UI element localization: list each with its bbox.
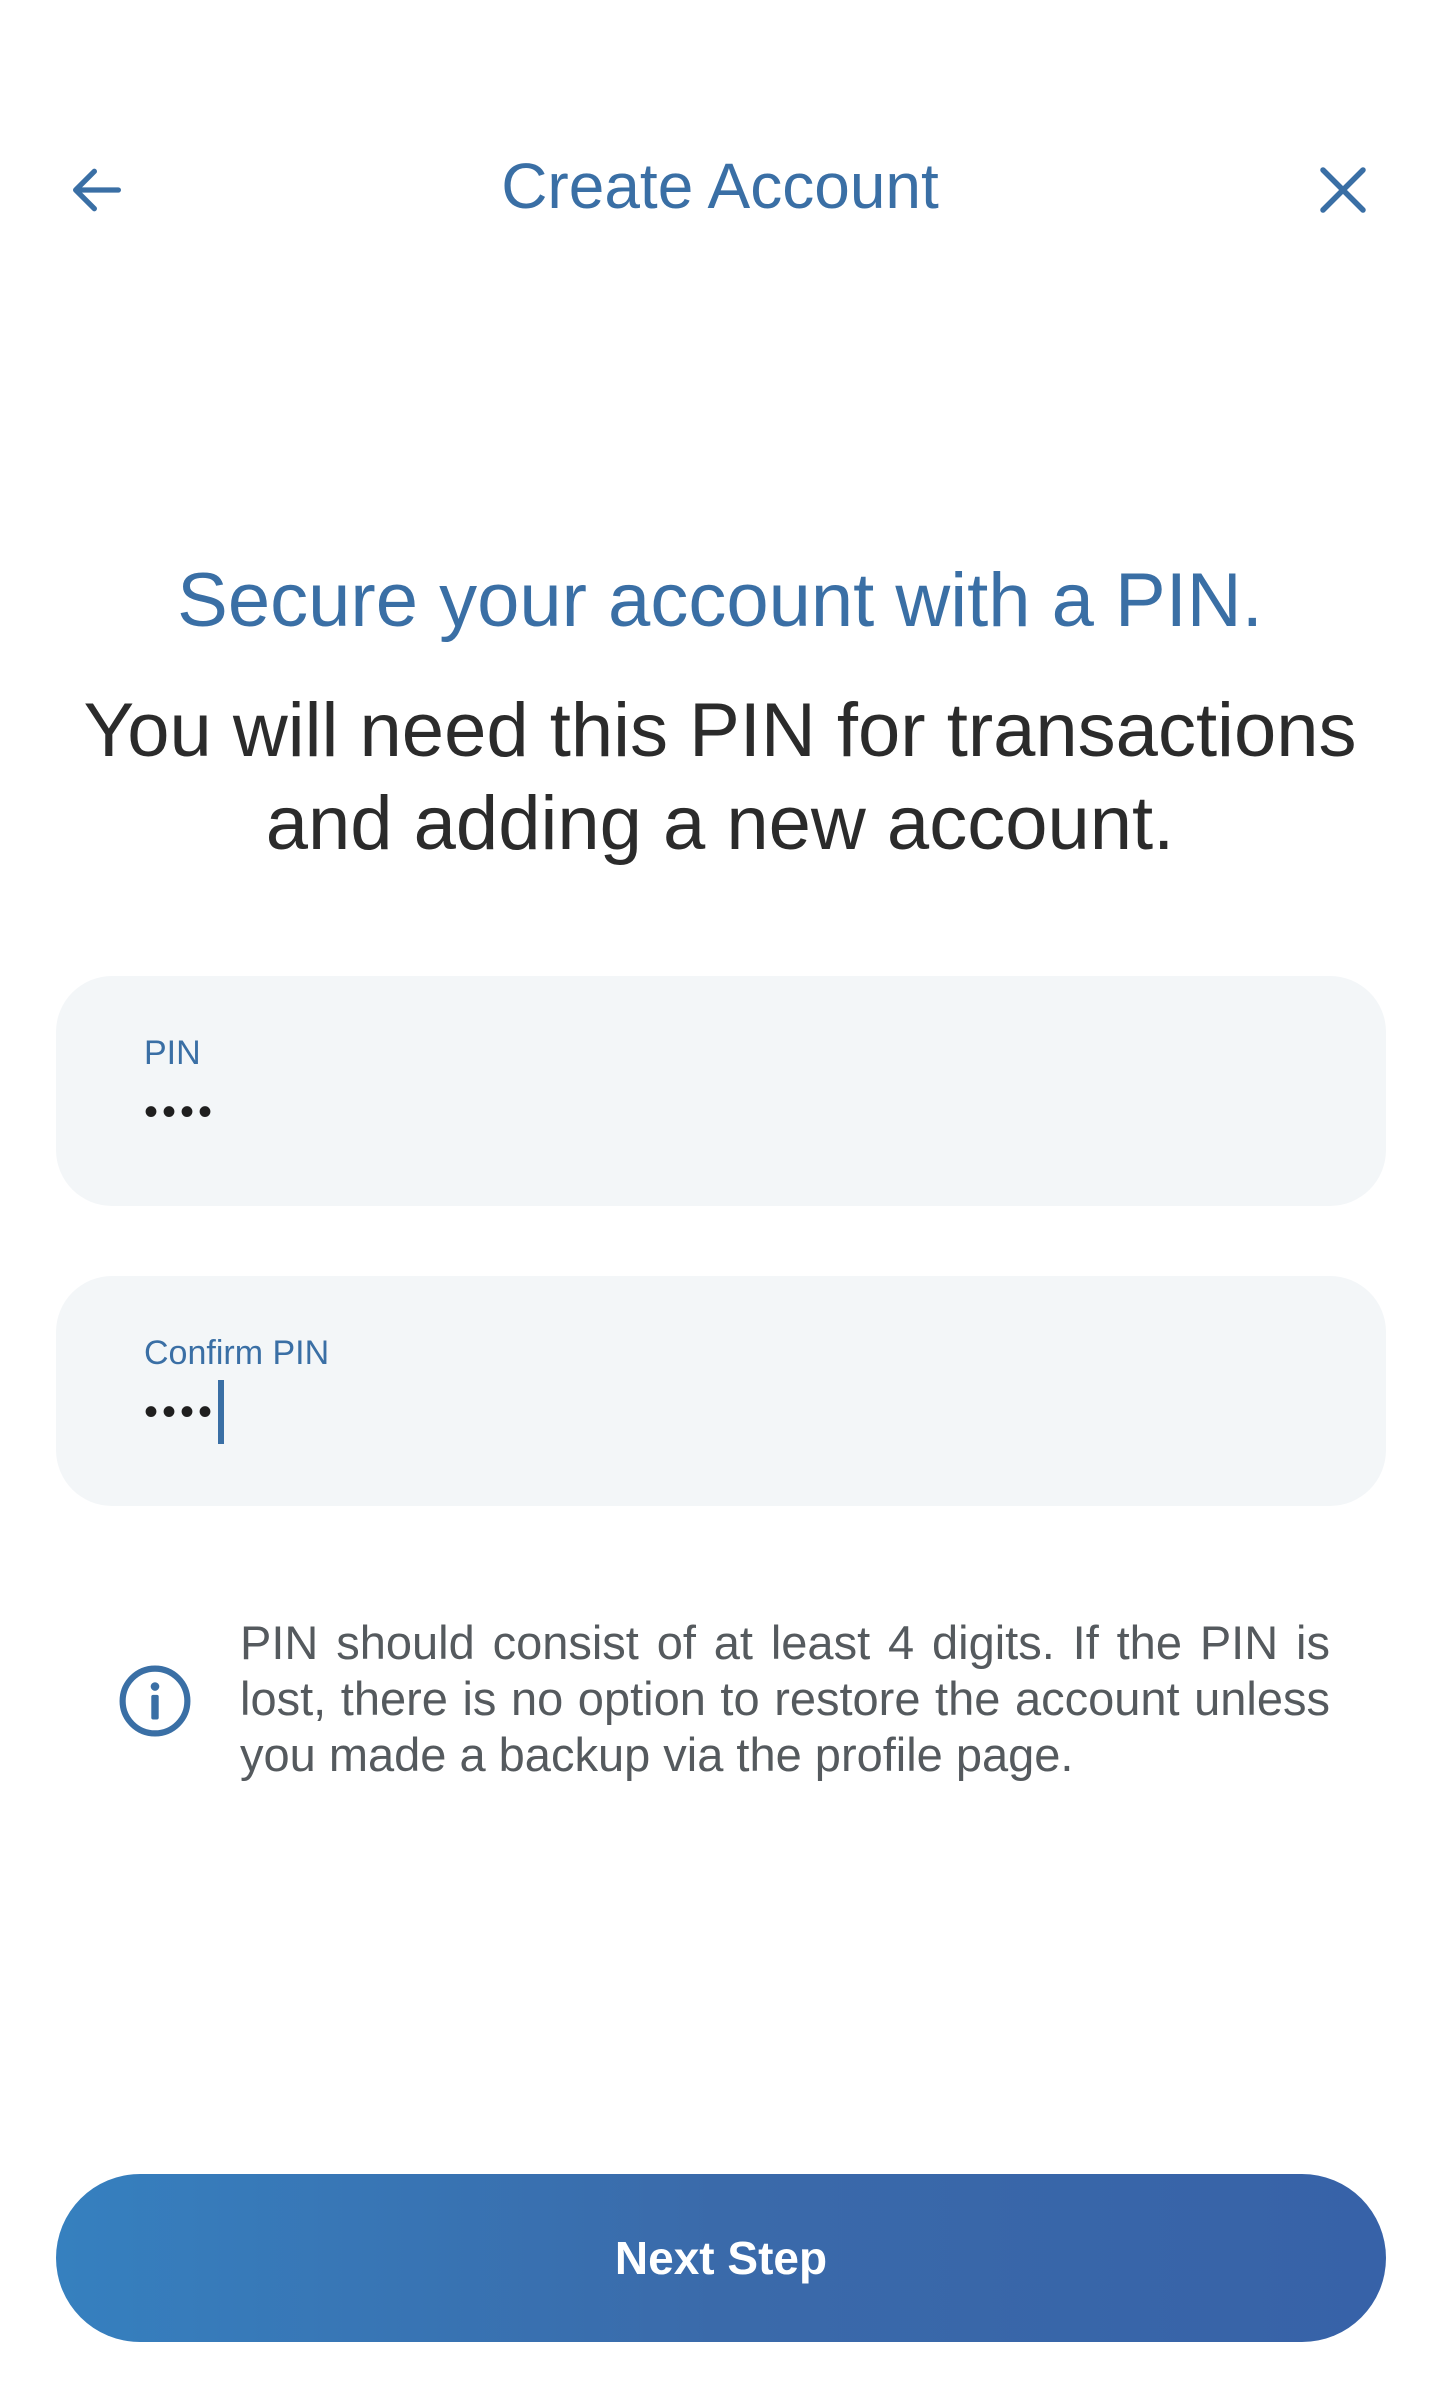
- pin-value: ••••: [144, 1089, 217, 1134]
- subtext: You will need this PIN for transactions …: [83, 688, 1357, 866]
- confirm-pin-input[interactable]: ••••: [144, 1380, 225, 1444]
- confirm-pin-label: Confirm PIN: [144, 1334, 330, 1372]
- pin-field[interactable]: PIN ••••: [56, 976, 1386, 1206]
- confirm-pin-value: ••••: [144, 1389, 217, 1434]
- next-step-button[interactable]: Next Step: [56, 2174, 1386, 2342]
- header: Create Account: [0, 120, 1440, 250]
- close-icon: [1320, 167, 1366, 213]
- confirm-pin-field[interactable]: Confirm PIN ••••: [56, 1276, 1386, 1506]
- text-cursor: [218, 1380, 225, 1444]
- page-title: Create Account: [501, 150, 939, 222]
- pin-input[interactable]: ••••: [144, 1080, 216, 1144]
- close-button[interactable]: [1298, 145, 1388, 235]
- headline: Secure your account with a PIN.: [177, 558, 1263, 643]
- create-account-screen: Create Account Secure your account with …: [0, 0, 1440, 2392]
- info-icon: [119, 1665, 191, 1737]
- pin-label: PIN: [144, 1034, 201, 1072]
- pin-info-text: PIN should consist of at least 4 digits.…: [240, 1616, 1330, 1781]
